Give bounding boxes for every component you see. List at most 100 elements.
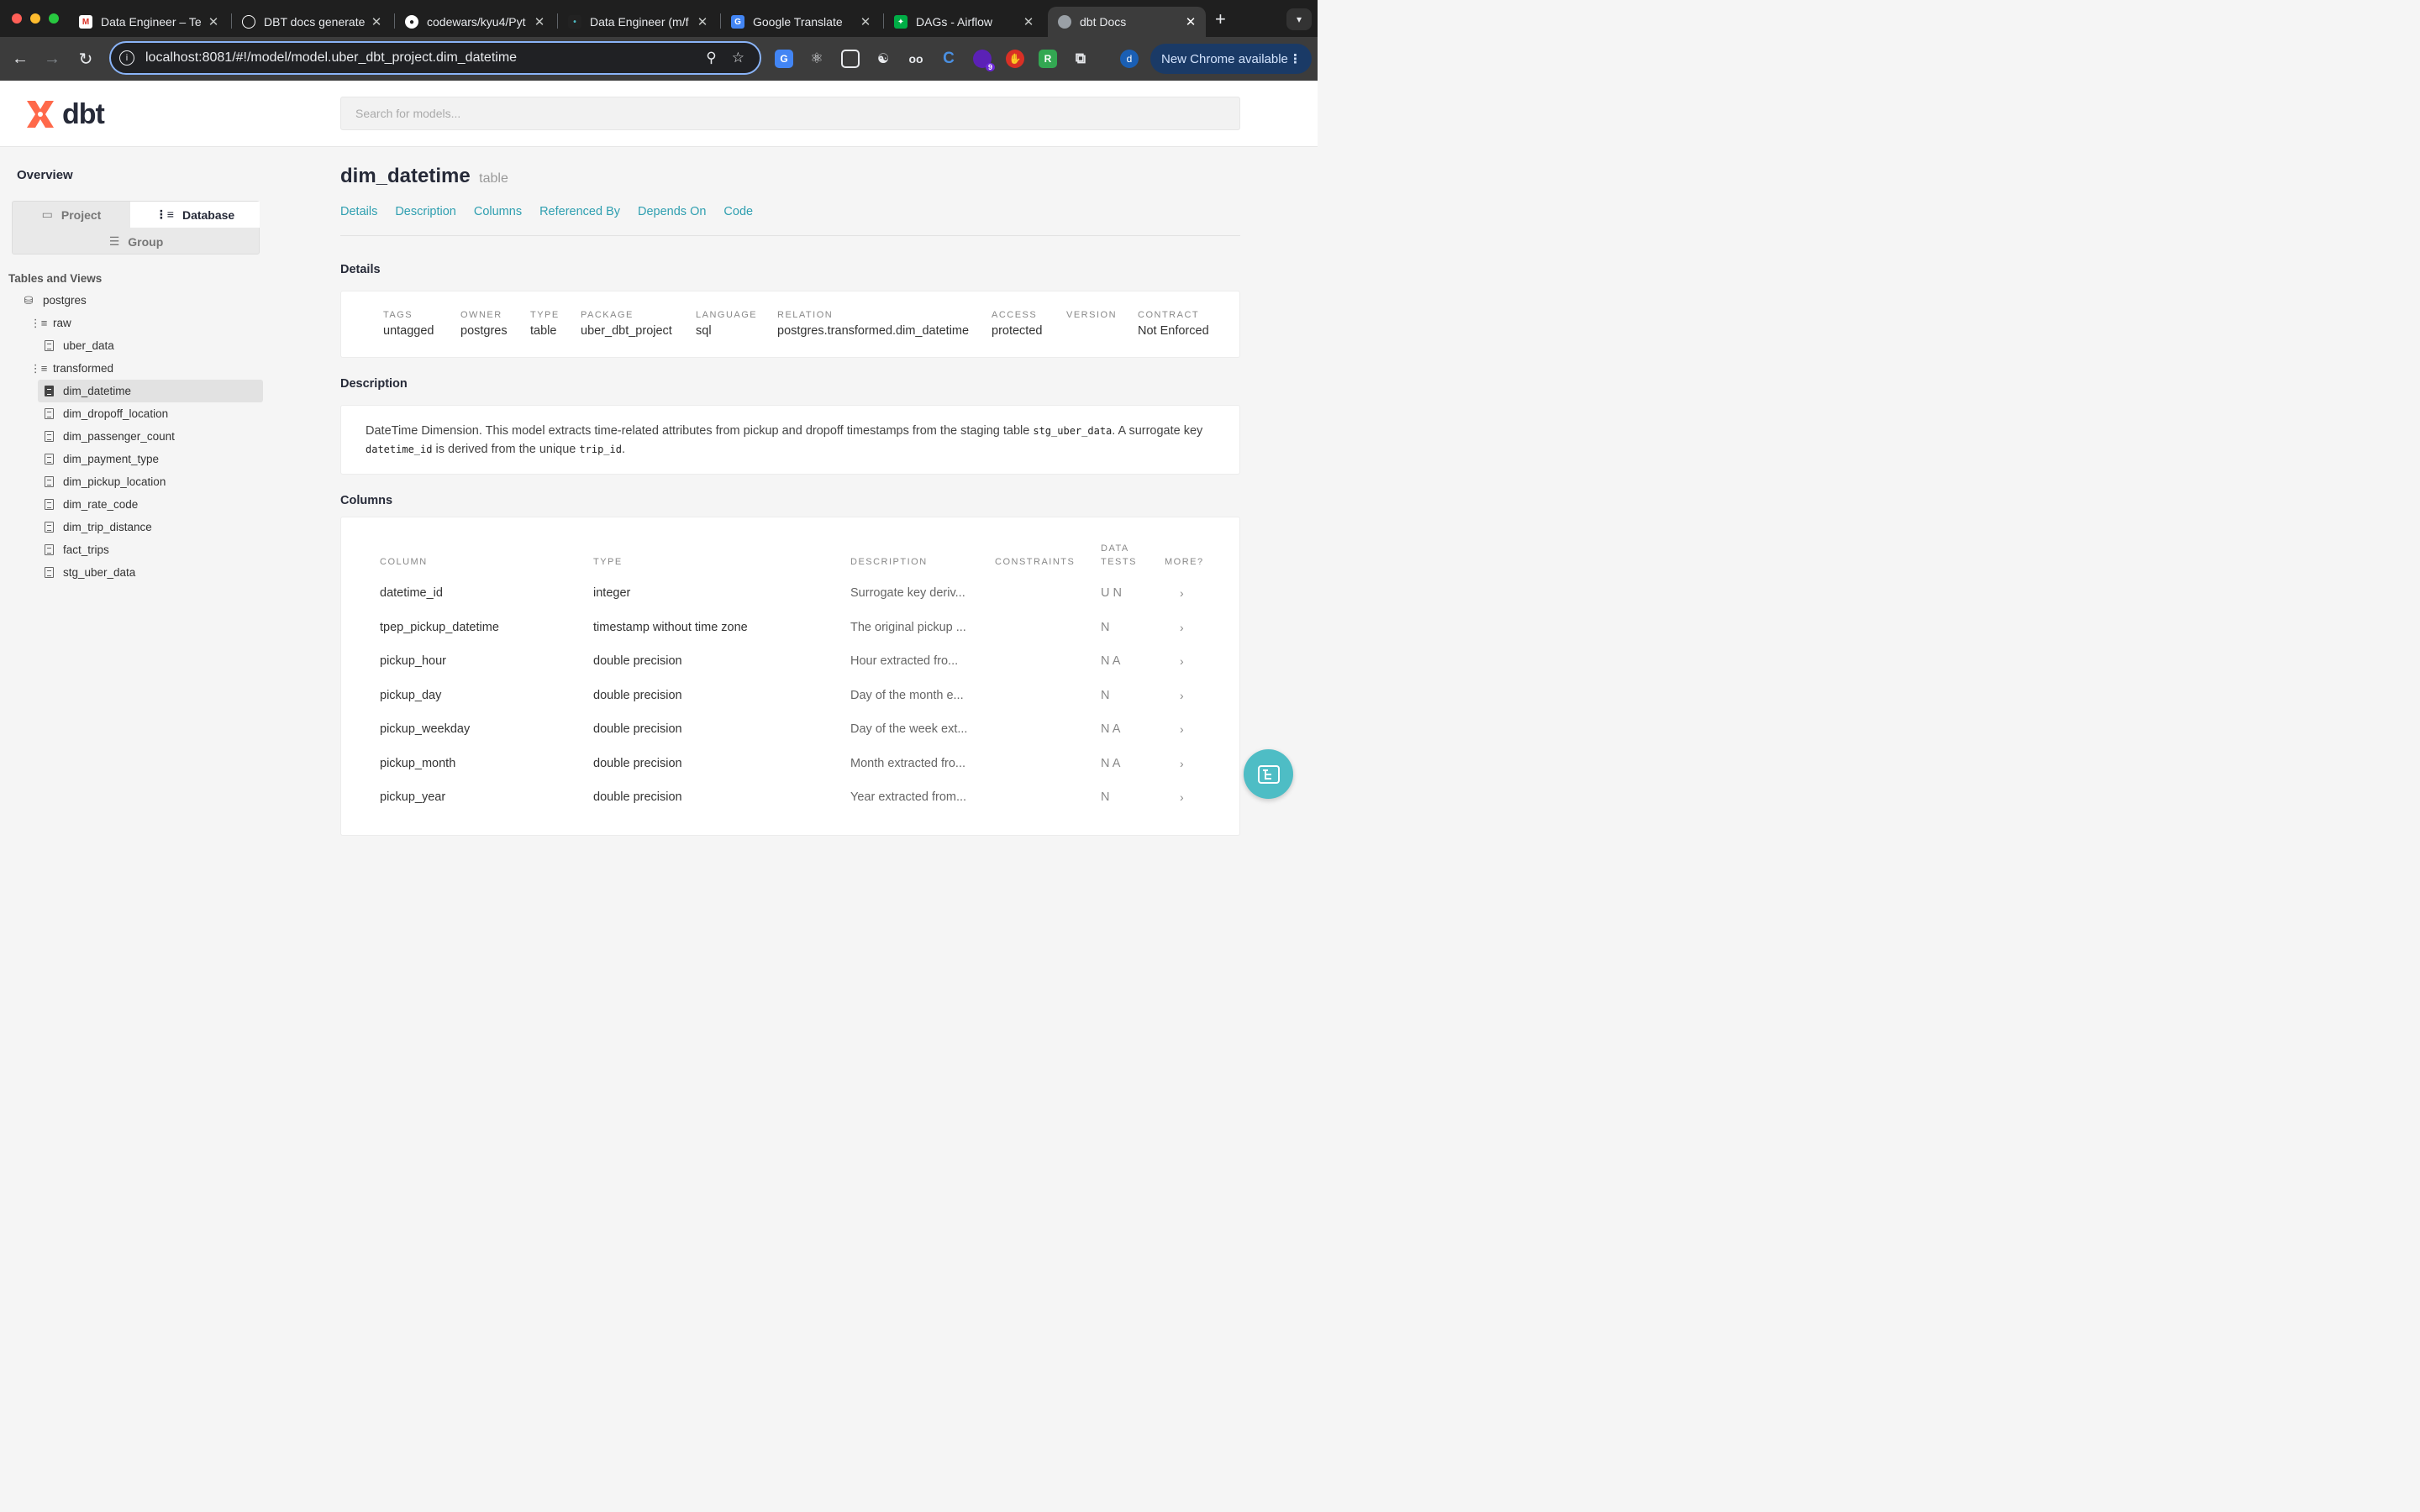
tree-model-dim-payment-type[interactable]: dim_payment_type — [43, 448, 159, 470]
detail-label: OWNER — [460, 310, 502, 320]
new-tab-button[interactable]: + — [1215, 8, 1226, 30]
translate-extension-icon[interactable]: G — [775, 50, 793, 68]
column-type: integer — [593, 586, 631, 600]
browser-tab[interactable]: ✦ DAGs - Airflow ✕ — [884, 7, 1044, 37]
extensions-puzzle-icon[interactable]: ⧉ — [1071, 50, 1090, 68]
extension-icon[interactable]: oo — [907, 50, 925, 68]
close-tab-icon[interactable]: ✕ — [205, 14, 222, 29]
tree-label: dim_rate_code — [63, 498, 139, 511]
chevron-right-icon[interactable]: › — [1180, 654, 1184, 668]
reload-button[interactable]: ↻ — [75, 48, 97, 70]
app-header: dbt — [0, 81, 1318, 147]
tab-depends-on[interactable]: Depends On — [638, 205, 706, 218]
chevron-right-icon[interactable]: › — [1180, 790, 1184, 804]
extension-icon[interactable]: R — [1039, 50, 1057, 68]
browser-tab[interactable]: DBT docs generate ✕ — [232, 7, 392, 37]
tree-model-uber-data[interactable]: uber_data — [43, 334, 114, 357]
detail-language: LANGUAGE sql — [696, 310, 757, 338]
document-icon — [43, 476, 55, 487]
tab-project[interactable]: ▭ Project — [13, 202, 130, 228]
dbt-logo[interactable]: dbt — [24, 97, 105, 131]
tree-model-dim-pickup-location[interactable]: dim_pickup_location — [43, 470, 166, 493]
header-line: TESTS — [1101, 557, 1137, 567]
tab-title: codewars/kyu4/Pyt — [427, 15, 526, 29]
tab-code[interactable]: Code — [723, 205, 753, 218]
tree-database-postgres[interactable]: ⛁ postgres — [23, 289, 87, 312]
column-header[interactable]: DATA TESTS — [1101, 542, 1137, 569]
tree-model-fact-trips[interactable]: fact_trips — [43, 538, 109, 561]
tab-description[interactable]: Description — [395, 205, 456, 218]
tree-schema-raw[interactable]: ⋮≡ raw — [30, 312, 71, 334]
column-type: timestamp without time zone — [593, 621, 748, 634]
tab-title: DAGs - Airflow — [916, 15, 993, 29]
close-tab-icon[interactable]: ✕ — [1020, 14, 1037, 29]
extension-badge-icon[interactable]: 9 — [973, 50, 995, 71]
tab-columns[interactable]: Columns — [474, 205, 522, 218]
column-header[interactable]: DESCRIPTION — [850, 555, 928, 569]
detail-relation: RELATION postgres.transformed.dim_dateti… — [777, 310, 969, 338]
model-search-input[interactable] — [340, 97, 1240, 130]
close-tab-icon[interactable]: ✕ — [694, 14, 711, 29]
tree-model-dim-passenger-count[interactable]: dim_passenger_count — [43, 425, 175, 448]
picture-in-picture-icon[interactable] — [841, 50, 860, 68]
tab-search-button[interactable]: ▾ — [1286, 8, 1312, 30]
overview-link[interactable]: Overview — [17, 168, 73, 182]
back-button[interactable]: ← — [9, 48, 31, 70]
browser-tab-active[interactable]: dbt Docs ✕ — [1048, 7, 1206, 37]
browser-tab[interactable]: G Google Translate ✕ — [721, 7, 881, 37]
tree-model-stg-uber-data[interactable]: stg_uber_data — [43, 561, 135, 584]
detail-value: protected — [992, 324, 1043, 338]
close-tab-icon[interactable]: ✕ — [857, 14, 874, 29]
minimize-window-button[interactable] — [30, 13, 40, 24]
close-tab-icon[interactable]: ✕ — [368, 14, 385, 29]
extension-icon[interactable]: C — [939, 50, 958, 68]
column-header[interactable]: MORE? — [1165, 555, 1204, 569]
chevron-right-icon[interactable]: › — [1180, 621, 1184, 634]
code-ref: trip_id — [579, 444, 622, 455]
address-bar[interactable]: i localhost:8081/#!/model/model.uber_dbt… — [109, 41, 761, 75]
column-header[interactable]: COLUMN — [380, 555, 428, 569]
detail-access: ACCESS protected — [992, 310, 1042, 338]
chevron-right-icon[interactable]: › — [1180, 722, 1184, 736]
column-header[interactable]: TYPE — [593, 555, 623, 569]
chrome-update-button[interactable]: New Chrome available ⋮ — [1150, 44, 1312, 74]
react-extension-icon[interactable]: ⚛ — [808, 50, 826, 68]
profile-avatar[interactable]: d — [1120, 50, 1139, 68]
close-tab-icon[interactable]: ✕ — [531, 14, 548, 29]
tree-model-dim-dropoff-location[interactable]: dim_dropoff_location — [43, 402, 168, 425]
tab-details[interactable]: Details — [340, 205, 377, 218]
extension-icon[interactable]: ☯ — [874, 50, 892, 68]
column-type: double precision — [593, 654, 682, 668]
lineage-graph-button[interactable] — [1244, 749, 1293, 799]
chevron-right-icon[interactable]: › — [1180, 757, 1184, 770]
more-vert-icon[interactable]: ⋮ — [1289, 51, 1302, 66]
close-tab-icon[interactable]: ✕ — [1182, 14, 1199, 29]
sidebar: Overview ▭ Project ⋮≡ Database ☰ Group T… — [0, 148, 277, 823]
tree-schema-transformed[interactable]: ⋮≡ transformed — [30, 357, 113, 380]
adblock-extension-icon[interactable]: ✋ — [1006, 50, 1024, 68]
tab-database[interactable]: ⋮≡ Database — [130, 202, 260, 228]
code-ref: datetime_id — [366, 444, 433, 455]
tab-title: dbt Docs — [1080, 15, 1127, 29]
details-heading: Details — [340, 263, 381, 276]
close-window-button[interactable] — [12, 13, 22, 24]
tree-model-dim-rate-code[interactable]: dim_rate_code — [43, 493, 138, 516]
header-line: DATA — [1101, 543, 1129, 554]
zoom-icon[interactable]: ⚲ — [706, 50, 716, 66]
tree-model-dim-datetime[interactable]: dim_datetime — [38, 380, 263, 402]
site-info-icon[interactable]: i — [119, 50, 134, 66]
browser-tab[interactable]: M Data Engineer – Te ✕ — [69, 7, 229, 37]
browser-tab[interactable]: ● codewars/kyu4/Pyt ✕ — [395, 7, 555, 37]
tree-model-dim-trip-distance[interactable]: dim_trip_distance — [43, 516, 152, 538]
forward-button[interactable]: → — [41, 48, 63, 70]
column-header[interactable]: CONSTRAINTS — [995, 555, 1075, 569]
tab-group[interactable]: ☰ Group — [13, 228, 260, 255]
bookmark-star-icon[interactable]: ☆ — [732, 50, 744, 66]
model-name: dim_datetime — [340, 165, 471, 187]
chevron-right-icon[interactable]: › — [1180, 586, 1184, 600]
maximize-window-button[interactable] — [49, 13, 59, 24]
tab-referenced-by[interactable]: Referenced By — [539, 205, 620, 218]
browser-tab[interactable]: • Data Engineer (m/f ✕ — [558, 7, 718, 37]
chevron-right-icon[interactable]: › — [1180, 689, 1184, 702]
url-text[interactable]: localhost:8081/#!/model/model.uber_dbt_p… — [145, 50, 706, 66]
